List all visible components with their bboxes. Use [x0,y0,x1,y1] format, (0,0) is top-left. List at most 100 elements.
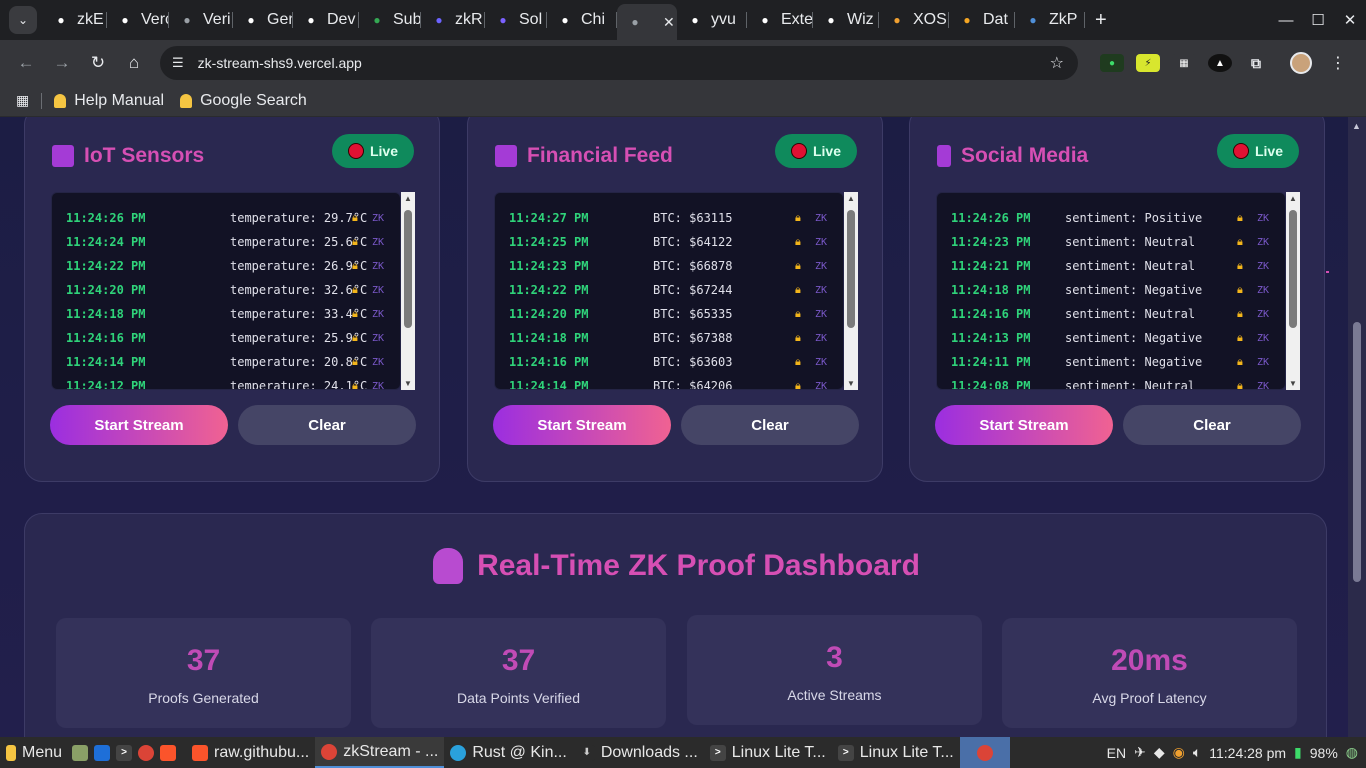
tab-zkp[interactable]: ● ZkP [1015,0,1085,40]
doc-icon: ● [1029,13,1037,27]
taskbar-item-label: zkStream - ... [343,742,439,760]
forward-icon[interactable]: → [44,53,80,73]
x-icon: ● [691,13,699,27]
system-icon[interactable]: ◍ [1346,744,1358,761]
brave-icon[interactable] [160,744,177,761]
tab-yvu[interactable]: ● yvu [677,0,747,40]
profile-avatar[interactable] [1290,52,1312,74]
volume-icon[interactable]: 🔈︎ [1193,744,1201,761]
clock[interactable]: 11:24:28 pm [1209,745,1286,761]
tab-chi[interactable]: ● Chi [547,0,617,40]
tab-sub[interactable]: ● Sub [359,0,421,40]
taskbar-item-terminal-2[interactable]: > Linux Lite T... [832,737,960,768]
page-scrollbar[interactable]: ▲ [1348,117,1366,737]
update-icon[interactable]: ◉ [1173,744,1185,761]
extension-bolt-icon[interactable]: ⚡ [1136,54,1160,72]
desktop-icon[interactable] [94,744,111,761]
menu-kebab-icon[interactable]: ⋮ [1330,53,1346,73]
log-scrollbar-thumb[interactable] [847,210,855,328]
tab-verc[interactable]: ● Verc [107,0,169,40]
clear-button[interactable]: Clear [681,405,859,445]
tab-gen[interactable]: ● Gen [233,0,293,40]
tab-label: Chi [581,11,606,28]
terminal-icon[interactable]: > [116,744,133,761]
tab-sol[interactable]: ● Sol [485,0,547,40]
scroll-up-arrow-icon[interactable]: ▲ [404,194,412,203]
tab-label: Verc [141,11,169,28]
lock-icon: 🔒︎ [795,355,801,368]
log-scrollbar-thumb[interactable] [1289,210,1297,328]
scroll-up-arrow-icon[interactable]: ▲ [1289,194,1297,203]
scroll-down-arrow-icon[interactable]: ▼ [404,379,412,388]
start-stream-button[interactable]: Start Stream [50,405,228,445]
dev-icon: ● [307,13,315,27]
extension-grid-icon[interactable]: ▦ [1172,54,1196,72]
extensions-puzzle-icon[interactable]: ⧉ [1244,54,1268,72]
clear-button[interactable]: Clear [1123,405,1301,445]
stream-log[interactable]: 11:24:26 PM sentiment: Positive 🔒︎ ZK 11:24:… [936,192,1286,390]
tab-zke[interactable]: ● zkE [43,0,107,40]
stream-log[interactable]: 11:24:27 PM BTC: $63115 🔒︎ ZK 11:24:25 PM BTC… [494,192,844,390]
log-scrollbar[interactable]: ▲ ▼ [1286,192,1300,390]
apps-grid-icon[interactable]: ▦ [16,92,29,109]
tab-dev[interactable]: ● Dev [293,0,359,40]
address-bar[interactable]: ☰ zk-stream-shs9.vercel.app ☆ [160,46,1078,80]
scroll-down-arrow-icon[interactable]: ▼ [847,379,855,388]
taskbar-item-downloads[interactable]: ⬇ Downloads ... [573,737,704,768]
bookmark-help-manual[interactable]: Help Manual [54,92,164,110]
home-icon[interactable]: ⌂ [116,53,152,73]
scroll-up-arrow-icon[interactable]: ▲ [1352,121,1361,131]
close-icon[interactable]: ✕ [1334,11,1366,29]
back-icon[interactable]: ← [8,53,44,73]
keyboard-layout[interactable]: EN [1107,745,1126,761]
scroll-down-arrow-icon[interactable]: ▼ [1289,379,1297,388]
zk-proof-dashboard: Real-Time ZK Proof Dashboard 37 Proofs G… [24,513,1327,737]
tab-exte[interactable]: ● Exte [747,0,813,40]
extension-a-icon[interactable]: ▲ [1208,54,1232,72]
start-menu-button[interactable]: Menu [0,737,68,768]
extension-abo-icon[interactable]: ● [1100,54,1124,72]
log-timestamp: 11:24:18 PM [951,283,1031,297]
start-stream-button[interactable]: Start Stream [493,405,671,445]
tab-search-button[interactable]: ⌄ [9,6,37,34]
reload-icon[interactable]: ↻ [80,53,116,73]
brave-icon [192,744,209,761]
tab-active[interactable]: ● ✕ [617,4,677,40]
tab-dat[interactable]: ● Dat [949,0,1015,40]
sensor-icon [52,145,74,167]
stat-label: Avg Proof Latency [1092,690,1207,706]
tab-close-icon[interactable]: ✕ [663,14,675,31]
wifi-icon[interactable]: ◆ [1154,744,1165,761]
tab-wiz[interactable]: ● Wiz [813,0,879,40]
bookmark-google-search[interactable]: Google Search [180,92,307,110]
page-scrollbar-thumb[interactable] [1353,322,1361,582]
new-tab-button[interactable]: + [1095,9,1107,32]
taskbar-item-zkstream[interactable]: zkStream - ... [315,737,445,768]
site-info-icon[interactable]: ☰ [172,55,184,71]
log-timestamp: 11:24:08 PM [951,379,1031,390]
log-scrollbar-thumb[interactable] [404,210,412,328]
minimize-icon[interactable]: — [1270,12,1302,29]
bookmark-star-icon[interactable]: ☆ [1050,53,1064,73]
chrome-icon[interactable] [138,744,155,761]
log-timestamp: 11:24:14 PM [509,379,589,390]
log-scrollbar[interactable]: ▲ ▼ [844,192,858,390]
tab-veri[interactable]: ● Veri [169,0,233,40]
tab-xos[interactable]: ● XOS [879,0,949,40]
taskbar-item-rust[interactable]: Rust @ Kin... [444,737,573,768]
taskbar-item-terminal-1[interactable]: > Linux Lite T... [704,737,832,768]
cube-icon: ● [499,13,507,27]
log-scrollbar[interactable]: ▲ ▼ [401,192,415,390]
taskbar-item-raw-github[interactable]: raw.githubu... [186,737,315,768]
bookmark-folder-icon [180,93,193,108]
telegram-tray-icon[interactable]: ✈ [1134,744,1146,761]
clear-button[interactable]: Clear [238,405,416,445]
log-timestamp: 11:24:21 PM [951,259,1031,273]
files-icon[interactable] [72,744,89,761]
scroll-up-arrow-icon[interactable]: ▲ [847,194,855,203]
tab-zkr[interactable]: ● zkR [421,0,485,40]
taskbar-chrome-window[interactable] [959,737,1010,768]
maximize-icon[interactable]: ☐ [1302,11,1334,29]
start-stream-button[interactable]: Start Stream [935,405,1113,445]
stream-log[interactable]: 11:24:26 PM temperature: 29.7°C 🔒︎ ZK 11:24:… [51,192,401,390]
